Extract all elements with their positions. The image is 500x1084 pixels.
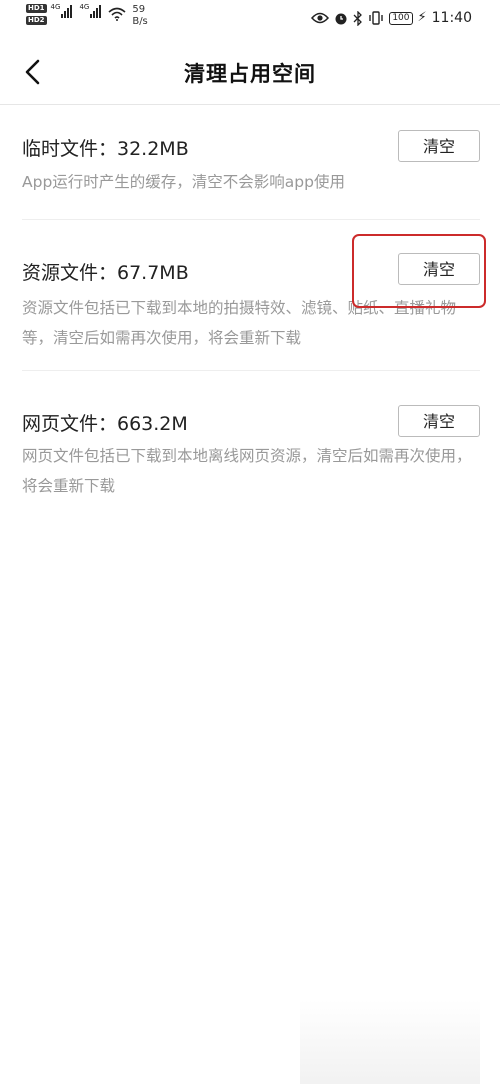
signal-icon-2: 4G	[79, 4, 102, 18]
clear-temp-files-button[interactable]: 清空	[398, 130, 480, 162]
page-title: 清理占用空间	[184, 62, 316, 86]
status-bar: HD1 HD2 4G 4G 59 B/s 100 ⚡ 11:40	[0, 0, 500, 38]
temp-files-title: 临时文件：32.2MB	[22, 138, 189, 160]
status-bar-right: 100 ⚡ 11:40	[311, 10, 472, 26]
network-type-label-2: 4G	[79, 3, 90, 11]
status-time: 11:40	[431, 10, 472, 26]
wifi-icon	[108, 7, 126, 21]
bluetooth-icon	[353, 10, 363, 26]
temp-files-section: 临时文件：32.2MB 清空 App运行时产生的缓存，清空不会影响app使用	[22, 104, 480, 220]
status-bar-left: HD1 HD2 4G 4G 59 B/s	[26, 4, 148, 28]
vibrate-icon	[369, 11, 384, 25]
resource-files-title: 资源文件：67.7MB	[22, 262, 189, 284]
web-files-description: 网页文件包括已下载到本地离线网页资源，清空后如需再次使用，将会重新下载	[22, 447, 472, 495]
alarm-icon	[335, 13, 347, 25]
speed-value: 59	[132, 4, 146, 15]
network-type-label: 4G	[50, 3, 61, 11]
sim1-badge: HD1	[26, 4, 47, 13]
page-header: 清理占用空间	[0, 40, 500, 104]
bottom-shade	[300, 1000, 480, 1084]
web-files-section: 网页文件：663.2M 清空 网页文件包括已下载到本地离线网页资源，清空后如需再…	[22, 371, 480, 511]
sim2-badge: HD2	[26, 16, 47, 25]
temp-files-description: App运行时产生的缓存，清空不会影响app使用	[22, 173, 345, 191]
clear-web-files-button[interactable]: 清空	[398, 405, 480, 437]
signal-icon: 4G	[51, 4, 74, 18]
eye-icon	[311, 12, 330, 24]
speed-unit: B/s	[132, 16, 148, 27]
network-speed: 59 B/s	[132, 4, 147, 28]
sim-badges: HD1 HD2	[26, 4, 47, 28]
battery-icon: 100	[389, 11, 413, 25]
charging-icon: ⚡	[417, 10, 427, 25]
highlight-annotation	[352, 234, 486, 308]
web-files-title: 网页文件：663.2M	[22, 413, 188, 435]
